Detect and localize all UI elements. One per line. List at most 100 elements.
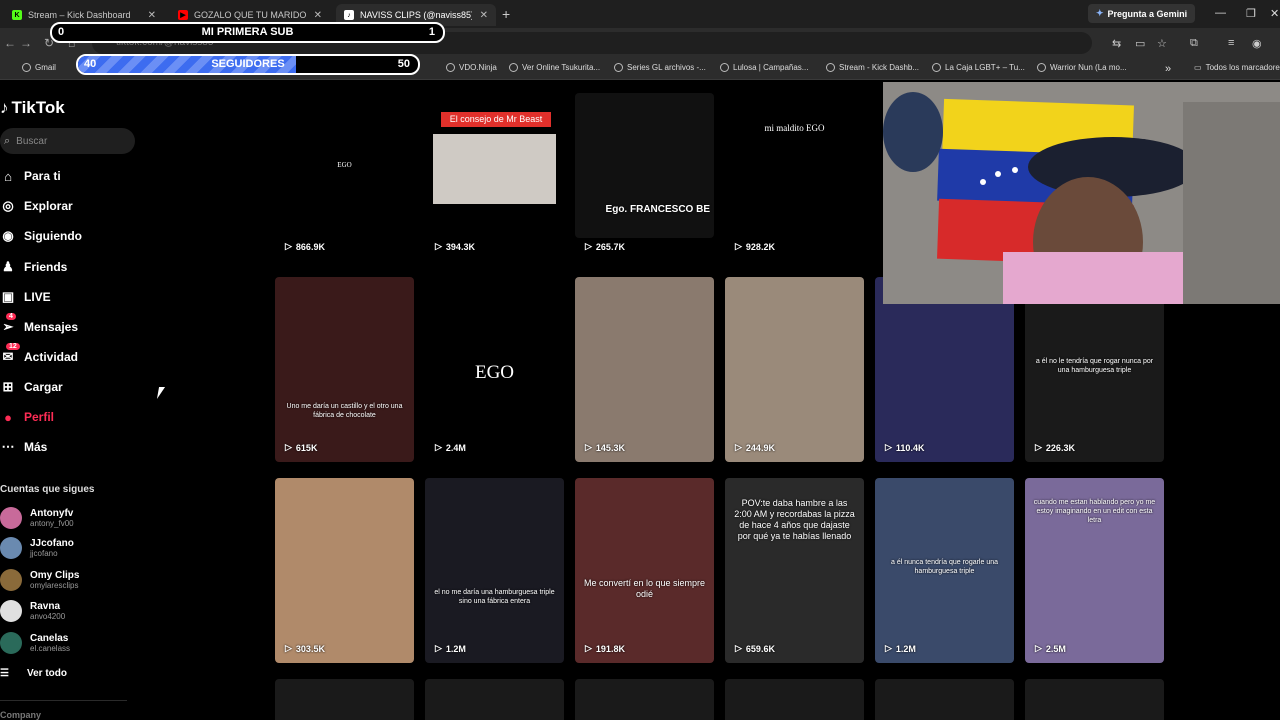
nav-label: LIVE <box>24 290 51 304</box>
company-section-title: Company <box>0 710 42 720</box>
sidebar-divider <box>0 700 127 701</box>
following-section-title: Cuentas que sigues <box>0 484 95 495</box>
followed-account[interactable]: Canelas el.canelass <box>0 632 70 654</box>
nav-label: Mensajes <box>24 320 79 334</box>
mr-beast-caption-tag: El consejo de Mr Beast <box>441 112 551 127</box>
nav-more[interactable]: ⋯ Más <box>0 439 48 455</box>
video-thumbnail-placeholder[interactable] <box>575 679 714 720</box>
close-window-icon[interactable]: ✕ <box>1270 7 1279 20</box>
nav-label: Friends <box>24 260 68 274</box>
bookmark-item[interactable]: Gmail <box>22 63 56 72</box>
video-thumbnail-placeholder[interactable] <box>875 679 1014 720</box>
view-count: ▷ 659.6K <box>735 643 775 654</box>
followed-account[interactable]: Ravna anvo4200 <box>0 600 65 622</box>
nav-live[interactable]: ▣ LIVE <box>0 289 51 305</box>
search-input[interactable]: ⌕ Buscar <box>0 128 135 154</box>
profile-avatar-icon[interactable]: ◉ <box>1252 37 1262 50</box>
video-thumbnail <box>425 478 564 663</box>
live-icon: ▣ <box>1 289 15 304</box>
nav-label: Para ti <box>24 169 61 183</box>
followers-goal-label: SEGUIDORES <box>211 58 285 70</box>
more-icon: ⋯ <box>1 439 15 454</box>
video-thumbnail-placeholder[interactable] <box>425 679 564 720</box>
menu-list-icon[interactable]: ≡ <box>1228 37 1234 49</box>
view-count: ▷ 303.5K <box>285 643 325 654</box>
play-icon: ▷ <box>585 643 592 653</box>
play-icon: ▷ <box>885 643 892 653</box>
nav-label: Perfil <box>24 410 55 424</box>
tab-favicon-icon: ▶ <box>178 10 188 20</box>
view-count: ▷ 1.2M <box>885 643 916 654</box>
avatar <box>0 537 22 559</box>
video-thumbnail-placeholder[interactable] <box>1025 679 1164 720</box>
forward-icon[interactable]: → <box>20 36 32 50</box>
sub-goal-label: MI PRIMERA SUB <box>201 26 294 38</box>
nav-label: Explorar <box>24 199 73 213</box>
followers-goal-target: 50 <box>397 58 410 70</box>
video-thumbnail-placeholder[interactable] <box>275 679 414 720</box>
video-card[interactable]: el no me daría una hamburguesa triple si… <box>425 0 564 720</box>
extensions-icon[interactable]: ⧉ <box>1190 37 1198 50</box>
followed-account[interactable]: Antonyfv antony_fv00 <box>0 507 74 529</box>
tiktok-logo[interactable]: ♪ TikTok <box>0 98 65 118</box>
video-caption: a él nunca tendría que rogarle una hambu… <box>890 559 999 575</box>
video-card[interactable]: POV:te daba hambre a las 2:00 AM y recor… <box>725 0 864 720</box>
folder-icon: ▭ <box>1194 63 1202 72</box>
video-thumbnail <box>575 478 714 663</box>
nav-label: Actividad <box>24 350 79 364</box>
home-icon: ⌂ <box>4 168 12 184</box>
notification-badge: 4 <box>6 313 16 320</box>
nav-profile[interactable]: ● Perfil <box>0 409 54 425</box>
following-icon: ◉ <box>2 228 14 243</box>
nav-label: Más <box>24 440 48 454</box>
activity-icon: ✉ 12 <box>0 343 20 365</box>
compass-icon: ◎ <box>2 198 14 213</box>
play-icon: ▷ <box>735 643 742 653</box>
tab-close-icon[interactable]: ✕ <box>148 10 156 21</box>
upload-icon: ⊞ <box>2 379 14 394</box>
nav-label: Cargar <box>24 380 63 394</box>
restore-icon[interactable]: ❐ <box>1246 7 1256 20</box>
nav-upload[interactable]: ⊞ Cargar <box>0 379 63 395</box>
video-caption: POV:te daba hambre a las 2:00 AM y recor… <box>734 498 855 541</box>
video-caption: Me convertí en lo que siempre odié <box>583 578 706 599</box>
video-caption: cuando me estan hablando pero yo me esto… <box>1033 499 1156 524</box>
webcam-feed <box>883 82 1280 304</box>
view-count: ▷ 191.8K <box>585 643 625 654</box>
tiktok-note-icon: ♪ <box>0 98 9 117</box>
profile-icon: ● <box>4 409 12 425</box>
back-icon[interactable]: ← <box>4 36 16 50</box>
nav-home[interactable]: ⌂ Para ti <box>0 168 61 184</box>
mouse-cursor <box>156 387 172 399</box>
video-thumbnail <box>275 478 414 663</box>
see-all-button[interactable]: ☰ Ver todo <box>0 668 67 679</box>
webcam-overlay <box>883 82 1280 304</box>
messages-icon: ➢ 4 <box>0 313 16 335</box>
nav-activity[interactable]: ✉ 12 Actividad <box>0 343 79 365</box>
notification-badge: 12 <box>6 343 20 350</box>
followed-account[interactable]: JJcofano jjcofano <box>0 537 74 559</box>
avatar <box>0 507 22 529</box>
avatar <box>0 569 22 591</box>
avatar <box>0 600 22 622</box>
tab-favicon-icon: K <box>12 10 22 20</box>
all-bookmarks-folder[interactable]: ▭ Todos los marcadores <box>1194 63 1280 72</box>
minimize-icon[interactable]: — <box>1215 7 1226 19</box>
nav-following[interactable]: ◉ Siguiendo <box>0 228 82 244</box>
nav-label: Siguiendo <box>24 229 82 243</box>
bookmarks-overflow-icon[interactable]: » <box>1165 63 1171 75</box>
nav-friends[interactable]: ♟ Friends <box>0 259 67 275</box>
video-card[interactable]: Me convertí en lo que siempre odié ▷ 191.8… <box>575 0 714 720</box>
play-icon: ▷ <box>1035 643 1042 653</box>
nav-messages[interactable]: ➢ 4 Mensajes <box>0 313 79 335</box>
avatar <box>0 632 22 654</box>
tab-title: Stream – Kick Dashboard <box>28 10 131 20</box>
play-icon: ▷ <box>435 643 442 653</box>
nav-compass[interactable]: ◎ Explorar <box>0 198 73 214</box>
view-count: ▷ 2.5M <box>1035 643 1066 654</box>
play-icon: ▷ <box>285 643 292 653</box>
followed-account[interactable]: Omy Clips omylaresclips <box>0 569 79 591</box>
search-icon: ⌕ <box>4 134 11 147</box>
video-thumbnail-placeholder[interactable] <box>725 679 864 720</box>
video-card[interactable]: ▷ 303.5K <box>275 0 414 720</box>
